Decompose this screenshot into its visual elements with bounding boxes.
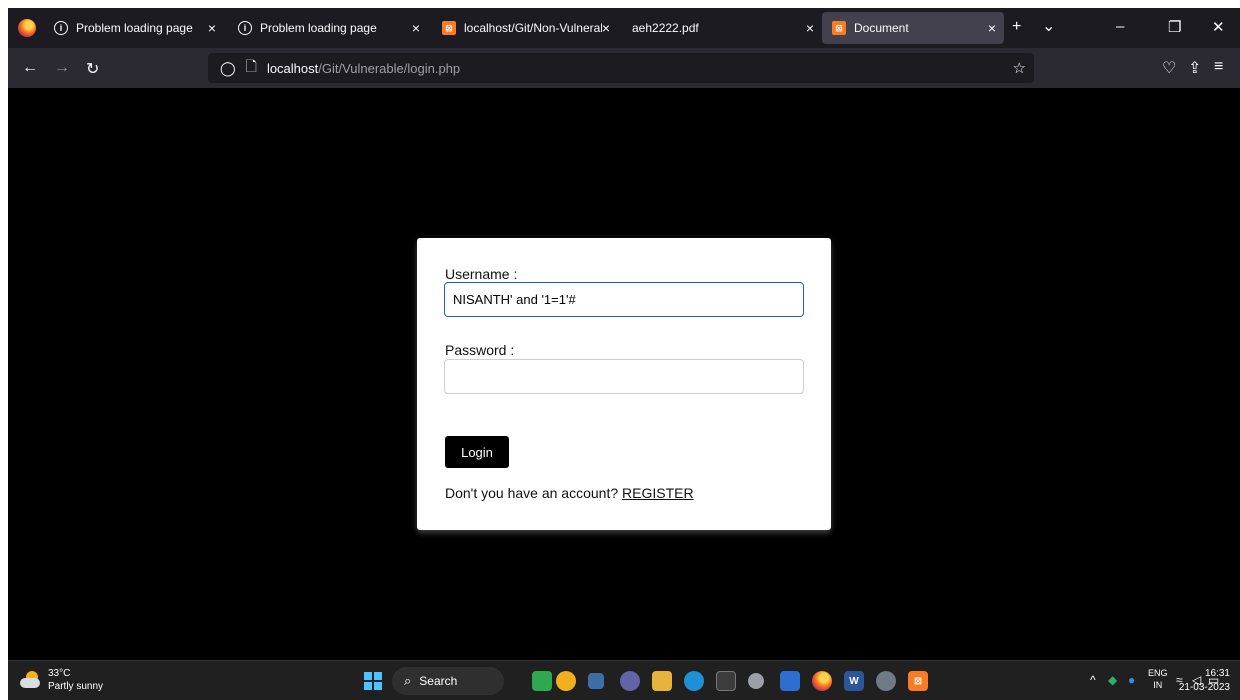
xampp-icon: ⊠ [832,21,846,35]
password-input[interactable] [444,359,804,394]
tab-problem-loading-2[interactable]: i Problem loading page × [228,12,428,44]
close-icon[interactable]: × [988,20,996,36]
bookmark-star-icon[interactable]: ☆ [1013,59,1026,77]
search-label: Search [419,674,458,688]
close-icon[interactable]: × [208,20,216,36]
copilot-icon[interactable] [556,671,576,691]
language-indicator[interactable]: ENG IN [1148,667,1168,691]
tab-title: Problem loading page [260,21,377,35]
tab-title: aeh2222.pdf [632,21,699,35]
username-input[interactable] [444,282,804,317]
navigation-bar: ← → ↻ ◯ 🗋 localhost /Git/Vulnerable/logi… [8,48,1240,88]
bluetooth-icon[interactable]: ● [1128,673,1135,687]
clock-date: 21-03-2023 [1178,682,1230,693]
settings-gear-icon[interactable] [876,671,896,691]
xampp-icon: ⊠ [442,21,456,35]
minimize-icon[interactable]: – [1116,18,1124,35]
reload-icon[interactable]: ↻ [86,59,99,79]
chevron-up-icon[interactable]: ^ [1090,673,1096,687]
url-path: /Git/Vulnerable/login.php [318,60,461,76]
clock-time: 16:31 [1204,668,1230,679]
menu-icon[interactable]: ≡ [1214,58,1223,76]
tab-list-button[interactable]: ⌄ [1042,16,1055,36]
restore-icon[interactable]: ❐ [1168,18,1181,36]
clock[interactable]: 16:31 21-03-2023 [1179,667,1230,695]
info-icon: i [54,21,68,35]
page-content: Username : Password : Login Don't you ha… [8,88,1240,660]
close-icon[interactable]: × [602,20,610,36]
close-icon[interactable]: × [412,20,420,36]
forward-arrow-icon[interactable]: → [54,59,70,77]
back-arrow-icon[interactable]: ← [22,59,38,77]
firefox-taskbar-icon[interactable] [812,671,832,691]
url-bar[interactable]: ◯ 🗋 localhost /Git/Vulnerable/login.php … [208,53,1034,83]
new-tab-button[interactable]: + [1012,18,1021,36]
pocket-icon[interactable]: ♡ [1162,58,1176,78]
word-icon[interactable]: W [844,671,864,691]
lang-line1: ENG [1148,668,1168,678]
weather-partly-sunny-icon[interactable] [20,671,42,689]
tab-title: Problem loading page [76,21,193,35]
search-icon: ⌕ [404,673,412,688]
xampp-taskbar-icon[interactable]: ⊠ [908,671,928,691]
info-icon: i [238,21,252,35]
close-icon[interactable]: × [806,20,814,36]
register-line: Don't you have an account? REGISTER [445,485,694,501]
file-explorer-icon[interactable] [652,671,672,691]
shield-icon[interactable]: ◯ [220,60,236,77]
weather-desc[interactable]: Partly sunny [48,681,103,692]
taskbar-search[interactable]: ⌕ Search [392,667,504,695]
share-icon[interactable]: ⇪ [1188,58,1201,78]
tab-pdf[interactable]: aeh2222.pdf × [622,12,822,44]
teams-icon[interactable] [620,671,640,691]
tab-title: Document [854,21,909,35]
edge-icon[interactable] [684,671,704,691]
register-prompt: Don't you have an account? [445,485,623,501]
widgets-icon[interactable] [532,671,552,691]
task-view-icon[interactable] [588,673,604,689]
tab-document[interactable]: ⊠ Document × [822,12,1004,44]
tab-title: localhost/Git/Non-Vulnerable/d [464,21,602,35]
login-button[interactable]: Login [445,436,509,468]
tab-non-vulnerable[interactable]: ⊠ localhost/Git/Non-Vulnerable/d × [432,12,618,44]
username-label: Username : [445,266,518,282]
lang-line2: IN [1153,680,1163,690]
store-icon[interactable] [716,671,736,691]
chrome-icon[interactable] [748,673,764,689]
url-host: localhost [266,60,319,76]
tray-app-icon[interactable]: ◆ [1108,673,1117,687]
login-card: Username : Password : Login Don't you ha… [417,238,831,530]
page-icon[interactable]: 🗋 [246,56,257,80]
tab-problem-loading-1[interactable]: i Problem loading page × [44,12,224,44]
password-label: Password : [445,342,515,358]
weather-temp[interactable]: 33°C [48,668,70,679]
tab-strip: i Problem loading page × i Problem loadi… [8,8,1240,48]
register-link[interactable]: REGISTER [622,485,694,501]
firefox-logo-icon[interactable] [18,19,36,37]
close-window-icon[interactable]: ✕ [1212,18,1225,36]
browser-window: i Problem loading page × i Problem loadi… [8,8,1240,700]
windows-start-icon[interactable] [364,672,382,690]
vscode-icon[interactable] [780,671,800,691]
taskbar: 33°C Partly sunny ⌕ Search W ⊠ ^ ◆ ● ENG… [8,660,1240,700]
